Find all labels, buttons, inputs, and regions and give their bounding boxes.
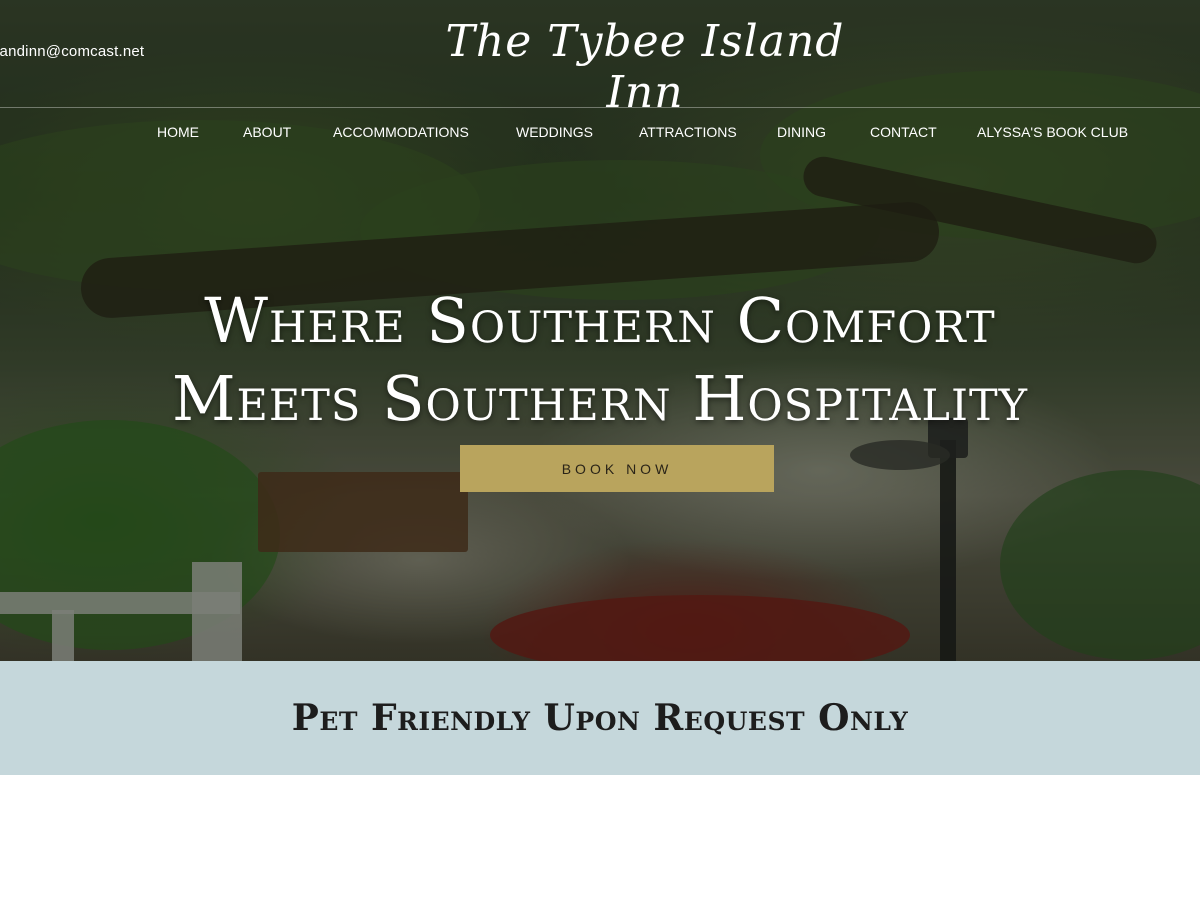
hero-headline-line-1: Where Southern Comfort	[204, 284, 996, 357]
nav-item-book-club[interactable]: ALYSSA'S BOOK CLUB	[977, 124, 1128, 140]
nav-item-weddings[interactable]: WEDDINGS	[516, 124, 593, 140]
nav-item-accommodations[interactable]: ACCOMMODATIONS	[333, 124, 469, 140]
nav-item-contact[interactable]: CONTACT	[870, 124, 937, 140]
nav-item-home[interactable]: HOME	[157, 124, 199, 140]
hero-headline: Where Southern Comfort Meets Southern Ho…	[0, 282, 1200, 438]
pet-policy-text: Pet Friendly Upon Request Only	[291, 697, 909, 739]
book-now-button[interactable]: BOOK NOW	[460, 445, 774, 492]
nav-divider	[0, 107, 1200, 108]
hero-headline-line-2: Meets Southern Hospitality	[171, 362, 1029, 435]
nav-item-dining[interactable]: DINING	[777, 124, 826, 140]
contact-email[interactable]: landinn@comcast.net	[0, 43, 144, 60]
hero-section: landinn@comcast.net The Tybee Island Inn…	[0, 0, 1200, 661]
site-logo[interactable]: The Tybee Island Inn	[440, 16, 850, 118]
nav-item-about[interactable]: ABOUT	[243, 124, 291, 140]
main-nav: HOME ABOUT ACCOMMODATIONS WEDDINGS ATTRA…	[0, 124, 1200, 146]
pet-policy-banner: Pet Friendly Upon Request Only	[0, 661, 1200, 775]
nav-item-attractions[interactable]: ATTRACTIONS	[639, 124, 737, 140]
